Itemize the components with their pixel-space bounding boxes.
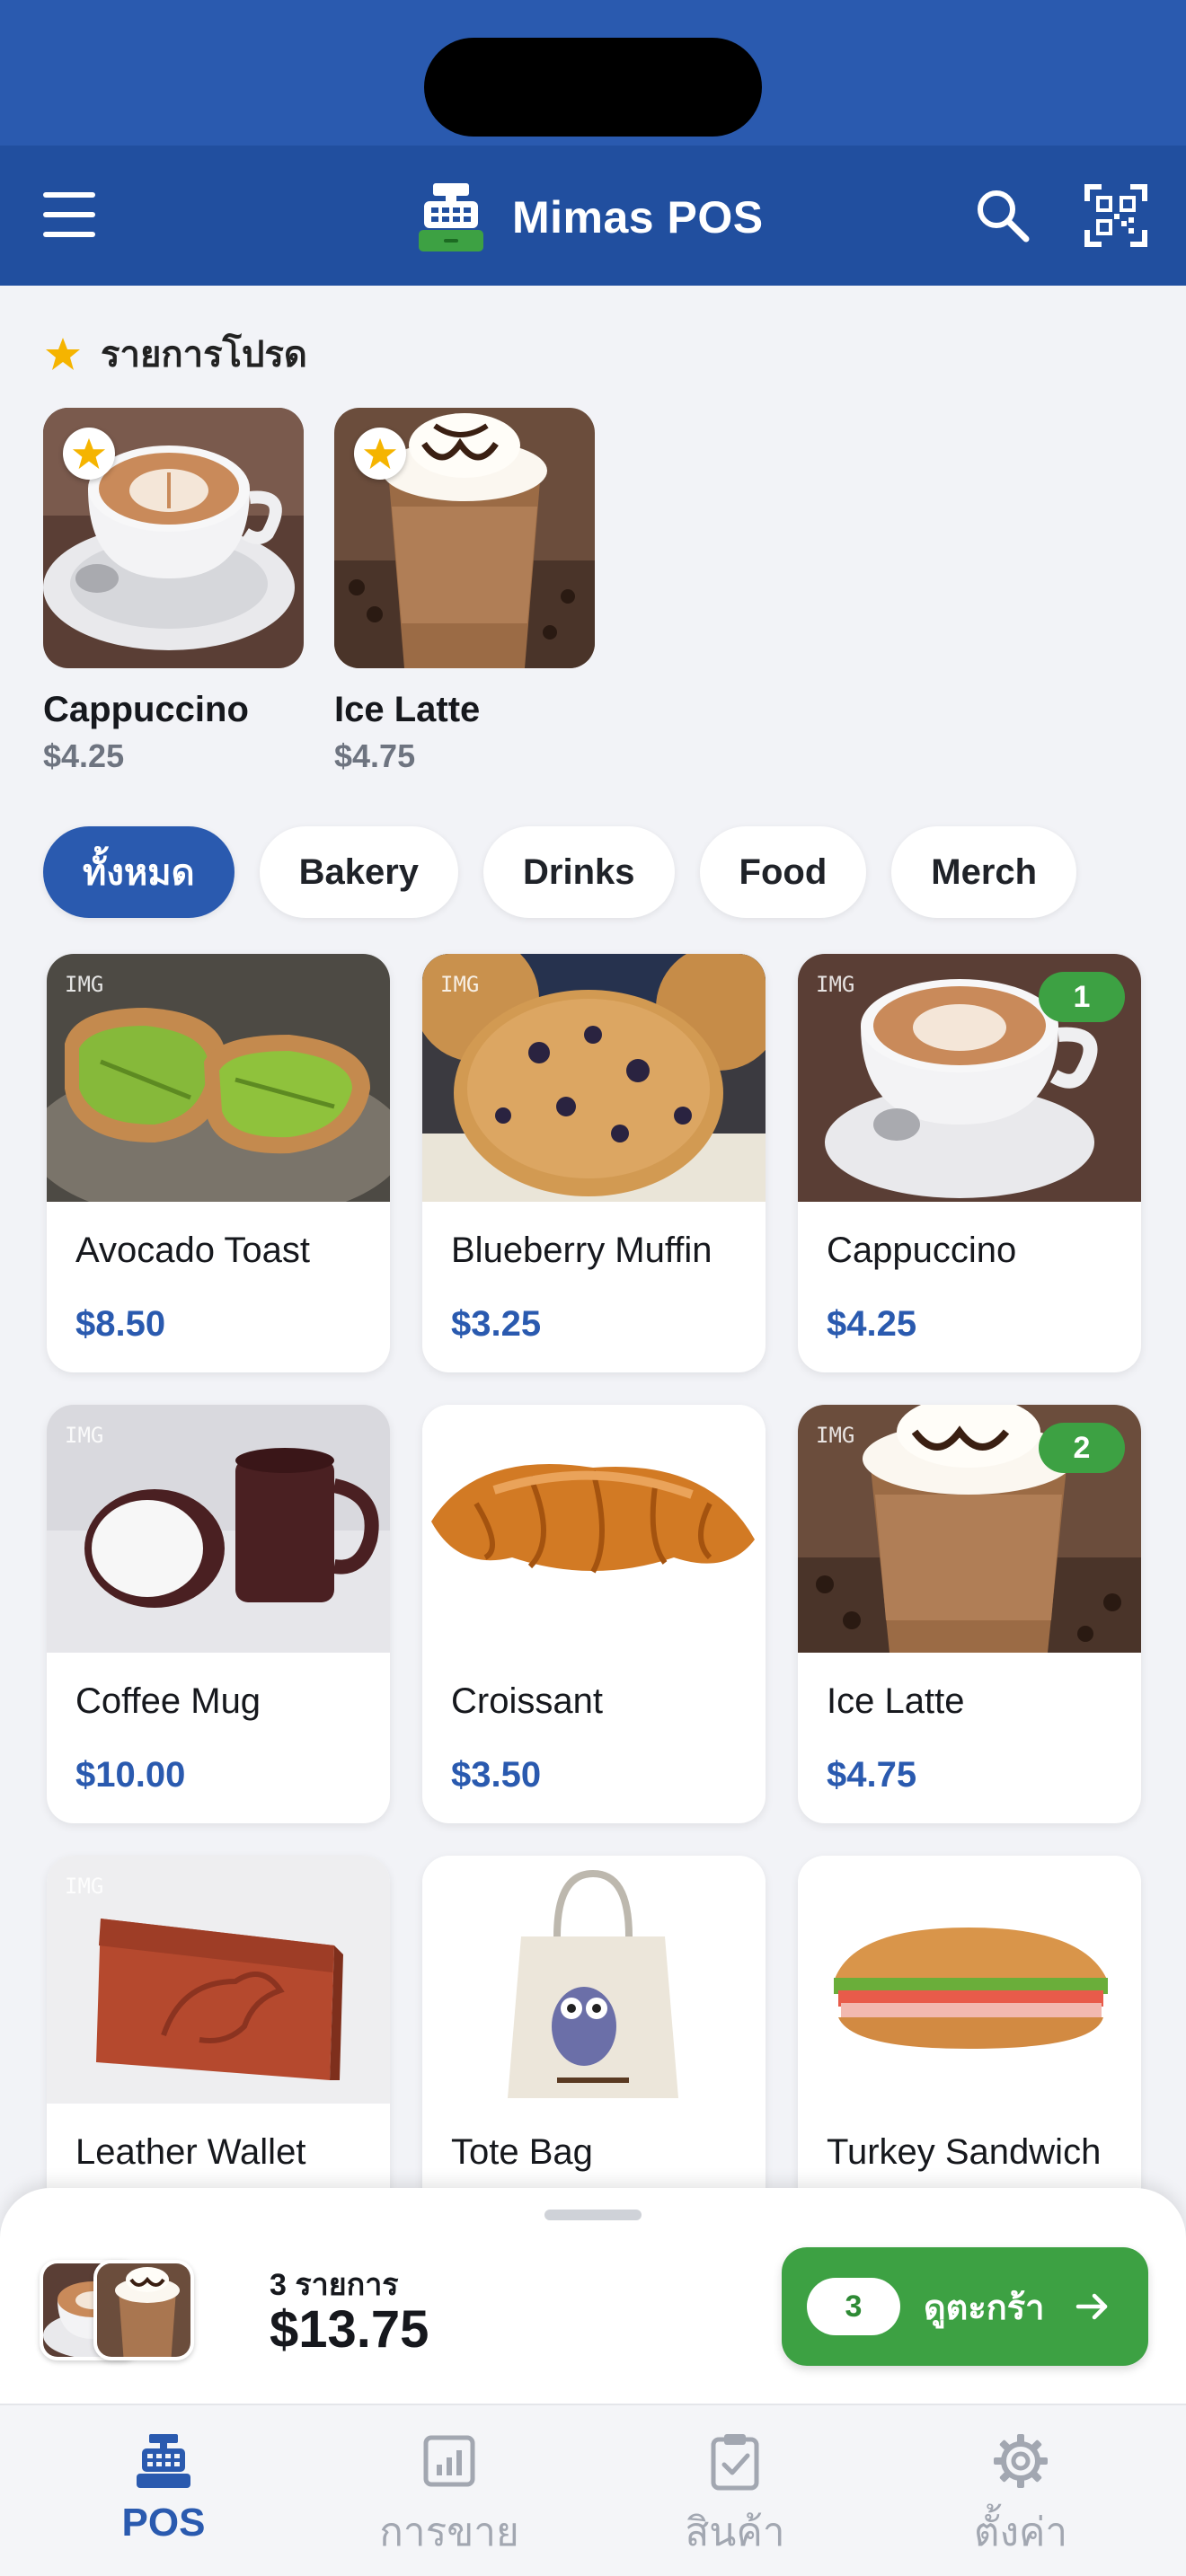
cappuccino-image [43, 408, 304, 668]
cart-quantity-badge: 2 [1039, 1423, 1125, 1473]
product-name: Ice Latte [827, 1681, 965, 1721]
product-price: $3.50 [451, 1755, 542, 1795]
chip-food[interactable]: Food [699, 826, 867, 918]
product-price: $8.50 [75, 1304, 166, 1344]
image-placeholder-tag: IMG [816, 1874, 855, 1899]
product-price: $3.25 [451, 1304, 542, 1344]
view-cart-button[interactable]: 3 ดูตะกร้า [782, 2247, 1148, 2366]
image-placeholder-tag: IMG [816, 1423, 855, 1448]
cash-register-icon [419, 183, 483, 251]
nav-tab-products[interactable]: สินค้า [591, 2430, 879, 2565]
image-placeholder-tag: IMG [440, 972, 480, 997]
favorite-price: $4.25 [43, 737, 125, 774]
app-title-group: Mimas POS [413, 180, 764, 255]
favorite-name: Ice Latte [334, 690, 481, 729]
star-icon [72, 437, 106, 470]
cart-total: $13.75 [270, 2300, 429, 2359]
leather-wallet-image: IMG [47, 1856, 390, 2104]
product-card[interactable]: IMG Avocado Toast $8.50 [47, 954, 390, 1372]
ice-latte-image [334, 408, 595, 668]
product-name: Avocado Toast [75, 1231, 310, 1270]
menu-line [43, 232, 95, 237]
nav-label: POS [121, 2501, 206, 2545]
status-bar [0, 0, 1186, 146]
favorite-item[interactable]: Ice Latte $4.75 [334, 408, 595, 775]
sheet-drag-handle[interactable] [544, 2210, 642, 2220]
product-card[interactable]: IMG Coffee Mug $10.00 [47, 1405, 390, 1823]
product-price: $4.75 [827, 1755, 917, 1795]
category-chips: ทั้งหมด Bakery Drinks Food Merch [43, 826, 1102, 918]
favorite-name: Cappuccino [43, 690, 249, 729]
turkey-sandwich-image: IMG [798, 1856, 1141, 2104]
product-name: Tote Bag [451, 2132, 593, 2172]
cart-thumb-ice-latte [93, 2260, 194, 2360]
arrow-right-icon [1075, 2293, 1108, 2320]
product-price: $4.25 [827, 1304, 917, 1344]
star-icon [363, 437, 397, 470]
favorite-price: $4.75 [334, 737, 416, 774]
menu-button[interactable] [43, 190, 97, 241]
nav-tab-sales[interactable]: การขาย [305, 2430, 593, 2565]
favorites-header: รายการโปรด [45, 327, 307, 381]
app-bar: Mimas POS [0, 146, 1186, 286]
register-icon [137, 2434, 190, 2488]
image-placeholder-tag: IMG [65, 1423, 104, 1448]
gear-icon [994, 2434, 1048, 2488]
product-name: Coffee Mug [75, 1681, 261, 1721]
favorite-star-badge[interactable] [63, 428, 115, 480]
favorite-item[interactable]: Cappuccino $4.25 [43, 408, 304, 775]
product-card[interactable]: IMG Blueberry Muffin $3.25 [422, 954, 766, 1372]
star-icon [46, 338, 80, 370]
tote-bag-image [422, 1856, 766, 2104]
product-name: Cappuccino [827, 1231, 1017, 1270]
nav-label: ตั้งค่า [973, 2510, 1068, 2554]
product-name: Blueberry Muffin [451, 1231, 712, 1270]
product-card[interactable]: IMG 1 Cappuccino $4.25 [798, 954, 1141, 1372]
product-card[interactable]: Croissant $3.50 [422, 1405, 766, 1823]
product-name: Croissant [451, 1681, 603, 1721]
coffee-mug-image: IMG [47, 1405, 390, 1653]
product-price: $10.00 [75, 1755, 186, 1795]
product-name: Leather Wallet [75, 2132, 306, 2172]
bottom-navigation: POS การขาย สินค้า ตั้งค่า [0, 2404, 1186, 2576]
croissant-image [422, 1405, 766, 1653]
cart-quantity-badge: 1 [1039, 972, 1125, 1022]
nav-label: สินค้า [685, 2510, 785, 2554]
nav-label: การขาย [379, 2510, 519, 2554]
menu-line [43, 212, 95, 217]
nav-tab-pos[interactable]: POS [20, 2430, 307, 2565]
cart-count-badge: 3 [807, 2278, 900, 2335]
camera-notch [424, 38, 762, 137]
chart-icon [423, 2435, 475, 2487]
search-icon[interactable] [972, 185, 1033, 246]
cart-summary-sheet[interactable]: 3 รายการ $13.75 3 ดูตะกร้า [0, 2188, 1186, 2404]
chip-all[interactable]: ทั้งหมด [43, 826, 235, 918]
image-placeholder-tag: IMG [65, 972, 104, 997]
blueberry-muffin-image: IMG [422, 954, 766, 1202]
avocado-toast-image: IMG [47, 954, 390, 1202]
ice-latte-image: IMG 2 [798, 1405, 1141, 1653]
chip-merch[interactable]: Merch [891, 826, 1077, 918]
nav-tab-settings[interactable]: ตั้งค่า [877, 2430, 1164, 2565]
image-placeholder-tag: IMG [816, 972, 855, 997]
qr-scan-icon[interactable] [1084, 183, 1148, 248]
product-name: Turkey Sandwich [827, 2132, 1102, 2172]
product-card[interactable]: IMG 2 Ice Latte $4.75 [798, 1405, 1141, 1823]
view-cart-label: ดูตะกร้า [924, 2289, 1045, 2327]
favorites-title: รายการโปรด [101, 335, 307, 375]
chip-bakery[interactable]: Bakery [259, 826, 459, 918]
favorite-star-badge[interactable] [354, 428, 406, 480]
cappuccino-image: IMG 1 [798, 954, 1141, 1202]
chip-drinks[interactable]: Drinks [483, 826, 675, 918]
clipboard-icon [711, 2434, 759, 2491]
cart-item-thumbnails [40, 2260, 237, 2366]
image-placeholder-tag: IMG [65, 1874, 104, 1899]
app-title: Mimas POS [512, 192, 764, 243]
menu-line [43, 192, 95, 198]
